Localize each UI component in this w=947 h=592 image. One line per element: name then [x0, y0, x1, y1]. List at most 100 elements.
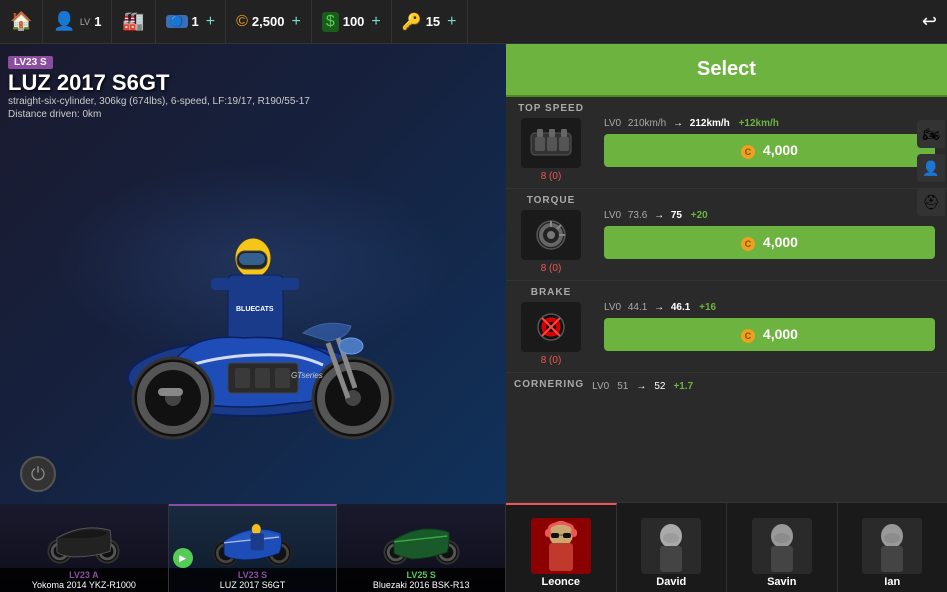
brake-label: BRAKE — [531, 287, 572, 298]
coin-icon-brake — [741, 329, 755, 343]
torque-icon — [527, 215, 575, 255]
carousel-level-0: LV23 A — [4, 570, 164, 580]
bike-level-badge: LV23 S — [8, 56, 53, 69]
brake-icon-area: BRAKE 8 (0) — [506, 287, 596, 366]
carousel-level-2: LV25 S — [341, 570, 501, 580]
torque-lv: LV0 — [604, 210, 621, 221]
carousel-label-2: LV25 S Bluezaki 2016 BSK-R13 — [337, 568, 505, 592]
rider-avatar-savin — [752, 518, 812, 574]
carousel-name-1: LUZ 2017 S6GT — [173, 580, 333, 590]
rider-avatar-leonce — [531, 518, 591, 574]
brake-to: 46.1 — [671, 302, 690, 313]
cornering-lv: LV0 — [592, 381, 609, 392]
topspeed-count: 8 (0) — [541, 171, 562, 182]
side-rider-icon[interactable]: 👤 — [917, 154, 945, 182]
coin-plus[interactable]: + — [291, 13, 300, 31]
back-button[interactable]: ↩ — [912, 0, 947, 43]
carousel-bike-bg-2 — [337, 504, 505, 570]
stats-area: TOP SPEED 8 (0) LV0 — [506, 97, 947, 502]
carousel-bike-bg-0 — [0, 504, 168, 570]
torque-level-row: LV0 73.6 → 75 +20 — [604, 210, 939, 221]
key-count: 15 — [426, 14, 440, 29]
topspeed-lv: LV0 — [604, 118, 621, 129]
coin-icon-topspeed — [741, 145, 755, 159]
carousel-play-button[interactable]: ▶ — [173, 548, 193, 568]
topspeed-upgrade-button[interactable]: 4,000 — [604, 134, 935, 166]
rider-card-savin[interactable]: Savin — [727, 503, 838, 592]
back-icon: ↩ — [922, 11, 937, 32]
player-level: 1 — [94, 14, 101, 29]
bike-info: LV23 S LUZ 2017 S6GT straight-six-cylind… — [8, 52, 310, 120]
brake-bonus: +16 — [699, 302, 716, 313]
carousel-item-2[interactable]: LV25 S Bluezaki 2016 BSK-R13 — [337, 504, 506, 592]
topspeed-arrow: → — [673, 118, 686, 129]
rider-name-ian: Ian — [884, 576, 900, 588]
coin-icon: © — [236, 13, 248, 31]
token-count: 1 — [192, 14, 199, 29]
torque-icon-area: TORQUE 8 (0) — [506, 195, 596, 274]
rider-section: Leonce David — [506, 502, 947, 592]
topspeed-icon-area: TOP SPEED 8 (0) — [506, 103, 596, 182]
torque-from: 73.6 — [628, 210, 647, 221]
cash-icon: $ — [322, 12, 339, 32]
garage-icon: 🏭 — [122, 11, 144, 32]
rider-avatar-david — [641, 518, 701, 574]
torque-upgrade-button[interactable]: 4,000 — [604, 226, 935, 258]
power-button[interactable]: ⏻ — [20, 456, 56, 492]
brake-count: 8 (0) — [541, 355, 562, 366]
carousel-item-1[interactable]: ▶ LV23 S LUZ 2017 S6GT — [169, 504, 338, 592]
torque-label: TORQUE — [527, 195, 576, 206]
topspeed-label: TOP SPEED — [518, 103, 584, 114]
stat-row-topspeed: TOP SPEED 8 (0) LV0 — [506, 97, 947, 189]
token-area: 🔵 1 + — [156, 0, 226, 43]
carousel-name-2: Bluezaki 2016 BSK-R13 — [341, 580, 501, 590]
bike-title: LUZ 2017 S6GT — [8, 72, 310, 94]
svg-text:GTseries: GTseries — [291, 371, 323, 380]
stat-row-brake: BRAKE 8 (0) LV0 44.1 → — [506, 281, 947, 373]
bike-svg: BLUECATS — [43, 163, 463, 443]
torque-to: 75 — [671, 210, 682, 221]
torque-icon-box — [521, 210, 581, 260]
brake-from: 44.1 — [628, 302, 647, 313]
cash-plus[interactable]: + — [371, 13, 380, 31]
rider-card-ian[interactable]: Ian — [838, 503, 947, 592]
brake-icon-box — [521, 302, 581, 352]
side-bike-icon[interactable]: 🏍 — [917, 120, 945, 148]
brake-info: LV0 44.1 → 46.1 +16 4,000 — [596, 302, 947, 350]
stat-row-cornering: CORNERING LV0 51 → 52 +1.7 — [506, 373, 947, 394]
brake-arrow: → — [654, 302, 667, 313]
side-helmet-icon[interactable]: ⛑ — [917, 188, 945, 216]
rider-card-david[interactable]: David — [617, 503, 728, 592]
rider-name-savin: Savin — [767, 576, 796, 588]
coin-area: © 2,500 + — [226, 0, 312, 43]
brake-lv: LV0 — [604, 302, 621, 313]
token-plus[interactable]: + — [206, 13, 215, 31]
topspeed-cost: 4,000 — [763, 142, 798, 158]
select-button[interactable]: Select — [506, 44, 947, 97]
engine-icon — [527, 123, 575, 163]
brake-upgrade-button[interactable]: 4,000 — [604, 318, 935, 350]
carousel-item-0[interactable]: LV23 A Yokoma 2014 YKZ-R1000 — [0, 504, 169, 592]
rider-avatar-ian — [862, 518, 922, 574]
rider-card-leonce[interactable]: Leonce — [506, 503, 617, 592]
brake-cost: 4,000 — [763, 326, 798, 342]
cash-count: 100 — [343, 14, 365, 29]
home-button[interactable]: 🏠 — [0, 0, 43, 43]
coin-count: 2,500 — [252, 14, 285, 29]
garage-button[interactable]: 🏭 — [112, 0, 155, 43]
bike-distance: Distance driven: 0km — [8, 109, 310, 120]
topspeed-level-row: LV0 210km/h → 212km/h +12km/h — [604, 118, 939, 129]
key-plus[interactable]: + — [447, 13, 456, 31]
torque-arrow: → — [654, 210, 667, 221]
carousel-bike-bg-1 — [169, 506, 337, 570]
torque-cost: 4,000 — [763, 234, 798, 250]
home-icon: 🏠 — [10, 11, 32, 32]
topspeed-bonus: +12km/h — [739, 118, 779, 129]
cornering-to: 52 — [654, 381, 665, 392]
torque-bonus: +20 — [691, 210, 708, 221]
carousel-label-1: LV23 S LUZ 2017 S6GT — [169, 568, 337, 592]
carousel-name-0: Yokoma 2014 YKZ-R1000 — [4, 580, 164, 590]
carousel-label-0: LV23 A Yokoma 2014 YKZ-R1000 — [0, 568, 168, 592]
key-icon: 🔑 — [402, 12, 422, 32]
rider-name-david: David — [656, 576, 686, 588]
